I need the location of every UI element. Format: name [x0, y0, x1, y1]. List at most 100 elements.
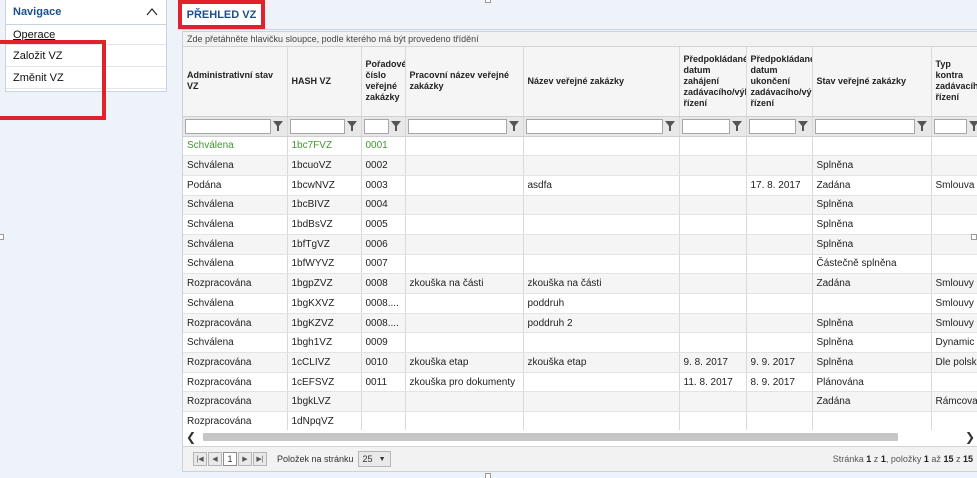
scroll-track[interactable]	[199, 432, 962, 442]
filter-input[interactable]	[363, 118, 389, 134]
table-body: Schválena 1bc7FVZ 0001 Schválena 1bcuoVZ 0002…	[183, 136, 977, 432]
horizontal-scrollbar[interactable]: ❮ ❯	[183, 430, 977, 444]
table-row[interactable]: Rozpracována 1bgKZVZ 0008.... poddruh 2 Spln…	[183, 313, 977, 334]
pager-to: 15	[943, 454, 954, 464]
scroll-thumb[interactable]	[203, 433, 898, 441]
pager-page: 1	[866, 454, 872, 464]
table-cell: Dle polsk	[931, 352, 977, 373]
table-row[interactable]: Schválena 1bgKXVZ 0008.... poddruh Smlouvy	[183, 293, 977, 314]
column-filter	[183, 116, 288, 137]
column-filter	[931, 116, 977, 137]
filter-input[interactable]	[681, 118, 730, 134]
filter-input[interactable]	[814, 118, 915, 134]
table-row[interactable]: Rozpracována 1bgpZVZ 0008 zkouška na části z…	[183, 273, 977, 294]
table-cell: Zadána	[812, 273, 932, 294]
page-size-select[interactable]: 25 ▼	[357, 451, 391, 467]
table-cell	[746, 254, 813, 275]
table-cell: Schválena	[183, 234, 288, 255]
filter-input[interactable]	[933, 118, 967, 134]
resize-handle[interactable]	[485, 0, 491, 3]
column-header[interactable]: Typ kontra zadávacího řízení	[931, 47, 977, 117]
last-page-icon[interactable]: ▶|	[253, 452, 267, 466]
pager-total: 15	[962, 454, 973, 464]
table-cell: zkouška na části	[405, 273, 524, 294]
table-row[interactable]: Schválena 1bfTgVZ 0006 Splněna	[183, 234, 977, 255]
column-header[interactable]: Název veřejné zakázky	[523, 47, 680, 117]
table-cell	[746, 411, 813, 432]
filter-input[interactable]	[525, 118, 663, 134]
column-header[interactable]: Předpokládané datum ukončení zadávacího/…	[746, 47, 813, 117]
table-cell: 1bgKXVZ	[287, 293, 362, 314]
scroll-right-icon[interactable]: ❯	[962, 430, 977, 444]
filter-icon[interactable]	[270, 118, 285, 134]
scroll-left-icon[interactable]: ❮	[183, 430, 199, 444]
table-cell	[746, 391, 813, 413]
table-cell	[405, 313, 524, 334]
page-size-value: 25	[362, 454, 373, 464]
resize-handle[interactable]	[0, 234, 4, 240]
nav-item-operace[interactable]: Operace	[6, 25, 166, 45]
table-cell: poddruh 2	[523, 313, 680, 334]
table-cell: Rozpracována	[183, 313, 288, 334]
filter-box	[407, 118, 521, 134]
table-cell	[523, 391, 680, 413]
nav-item-zmenit-vz[interactable]: Změnit VZ	[6, 67, 166, 89]
table-cell	[679, 293, 747, 314]
first-page-icon[interactable]: |◀	[193, 452, 207, 466]
table-row[interactable]: Schválena 1bcBIVZ 0004 Splněna	[183, 195, 977, 216]
column-header[interactable]: Stav veřejné zakázky	[812, 47, 932, 117]
column-header[interactable]: HASH VZ	[287, 47, 362, 117]
table-cell	[746, 313, 813, 334]
table-row[interactable]: Rozpracována 1cCLIVZ 0010 zkouška etap zkouš…	[183, 352, 977, 373]
filter-box	[525, 118, 677, 134]
table-cell: Částečně splněna	[812, 254, 932, 275]
next-page-icon[interactable]: ▶	[238, 452, 252, 466]
table-cell: 1bcuoVZ	[287, 155, 362, 176]
table-cell	[746, 214, 813, 235]
navigation-header[interactable]: Navigace	[6, 0, 166, 25]
table-cell: 0008....	[361, 293, 406, 314]
filter-icon[interactable]	[966, 118, 977, 134]
table-row[interactable]: Schválena 1bdBsVZ 0005 Splněna	[183, 214, 977, 235]
column-header[interactable]: Předpokládané datum zahájení zadávacího/…	[679, 47, 747, 117]
resize-handle[interactable]	[485, 473, 491, 478]
filter-icon[interactable]	[506, 118, 521, 134]
nav-item-zalozit-vz[interactable]: Založit VZ	[6, 45, 166, 67]
filter-icon[interactable]	[914, 118, 929, 134]
table-row[interactable]: Schválena 1bc7FVZ 0001	[183, 136, 977, 157]
tab-prehled-vz[interactable]: PŘEHLED VZ	[178, 0, 265, 29]
table-row[interactable]: Schválena 1bfWYVZ 0007 Částečně splněna	[183, 254, 977, 275]
prev-page-icon[interactable]: ◀	[208, 452, 222, 466]
filter-input[interactable]	[289, 118, 345, 134]
filter-icon[interactable]	[344, 118, 359, 134]
chevron-up-icon[interactable]	[146, 6, 158, 18]
table-cell: poddruh	[523, 293, 680, 314]
table-row[interactable]: Rozpracována 1dNpqVZ	[183, 411, 977, 432]
filter-input[interactable]	[185, 118, 271, 134]
resize-handle[interactable]	[971, 234, 977, 240]
grouping-drop-area[interactable]: Zde přetáhněte hlavičku sloupce, podle k…	[183, 32, 977, 47]
filter-input[interactable]	[748, 118, 796, 134]
column-header[interactable]: Pracovní název veřejné zakázky	[405, 47, 524, 117]
table-cell: Zadána	[812, 175, 932, 196]
table-row[interactable]: Podána 1bcwNVZ 0003 asdfa 17. 8. 2017 Zadána S…	[183, 175, 977, 196]
table-row[interactable]: Schválena 1bcuoVZ 0002 Splněna	[183, 155, 977, 176]
table-cell	[931, 136, 977, 157]
table-cell: 17. 8. 2017	[746, 175, 813, 196]
table-cell	[361, 411, 406, 432]
table-cell: Plánována	[812, 372, 932, 393]
current-page-input[interactable]: 1	[223, 452, 237, 466]
table-cell	[523, 332, 680, 354]
filter-icon[interactable]	[795, 118, 810, 134]
table-row[interactable]: Schválena 1bgh1VZ 0009 Splněna Dynamic	[183, 332, 977, 354]
filter-icon[interactable]	[729, 118, 744, 134]
table-cell	[931, 411, 977, 432]
pager-from: 1	[923, 454, 929, 464]
table-row[interactable]: Rozpracována 1cEFSVZ 0011 zkouška pro dokum…	[183, 372, 977, 393]
table-row[interactable]: Rozpracována 1bgkLVZ Zadána Rámcova	[183, 391, 977, 413]
column-header[interactable]: Pořadové číslo veřejné zakázky	[361, 47, 406, 117]
filter-input[interactable]	[407, 118, 507, 134]
filter-icon[interactable]	[388, 118, 403, 134]
filter-icon[interactable]	[662, 118, 677, 134]
column-header[interactable]: Administrativní stav VZ	[183, 47, 288, 117]
